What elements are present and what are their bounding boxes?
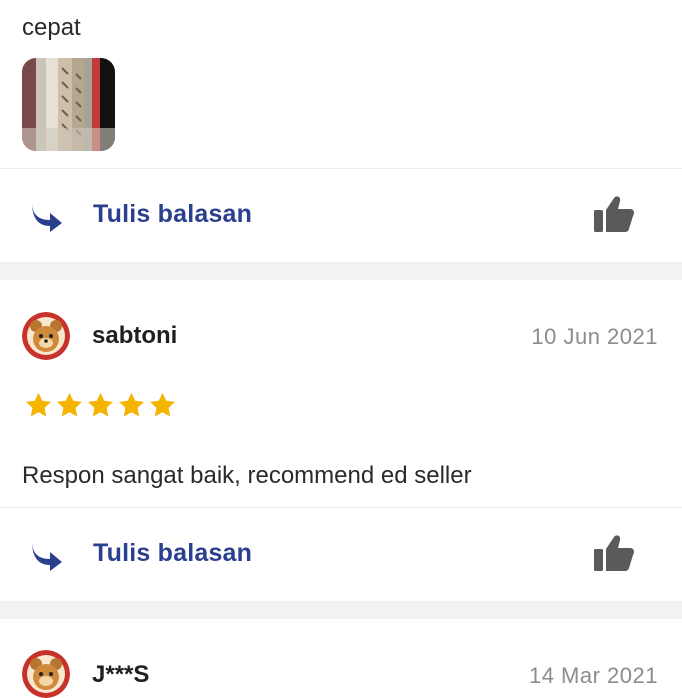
star-rating xyxy=(24,391,177,420)
write-reply-link[interactable]: Tulis balasan xyxy=(93,539,252,568)
reply-arrow-icon xyxy=(32,541,62,571)
star-icon xyxy=(88,392,113,417)
reply-row-1[interactable]: Tulis balasan xyxy=(0,168,682,262)
write-reply-link[interactable]: Tulis balasan xyxy=(93,200,252,229)
review-date: 10 Jun 2021 xyxy=(531,324,658,349)
star-icon xyxy=(119,392,144,417)
review-comment-text: cepat xyxy=(22,14,81,41)
product-photo-image xyxy=(22,58,115,151)
avatar-bear-icon xyxy=(22,650,70,698)
review-comment-overflow xyxy=(22,0,662,2)
star-icon xyxy=(57,392,82,417)
star-icon xyxy=(150,392,175,417)
avatar-bear-icon xyxy=(22,312,70,360)
section-separator xyxy=(0,601,682,619)
thumbs-up-icon[interactable] xyxy=(592,194,636,234)
review-comment-text: Respon sangat baik, recommend ed seller xyxy=(22,462,472,489)
review-photo-thumbnail[interactable] xyxy=(22,58,115,151)
star-icon xyxy=(26,392,51,417)
avatar[interactable] xyxy=(22,312,70,360)
reviewer-name[interactable]: J***S xyxy=(92,661,149,689)
review-date: 14 Mar 2021 xyxy=(528,663,658,688)
reviewer-name[interactable]: sabtoni xyxy=(92,322,177,350)
section-separator xyxy=(0,262,682,280)
reply-arrow-icon xyxy=(32,202,62,232)
avatar[interactable] xyxy=(22,650,70,698)
reply-row-2[interactable]: Tulis balasan xyxy=(0,507,682,601)
thumbs-up-icon[interactable] xyxy=(592,533,636,573)
